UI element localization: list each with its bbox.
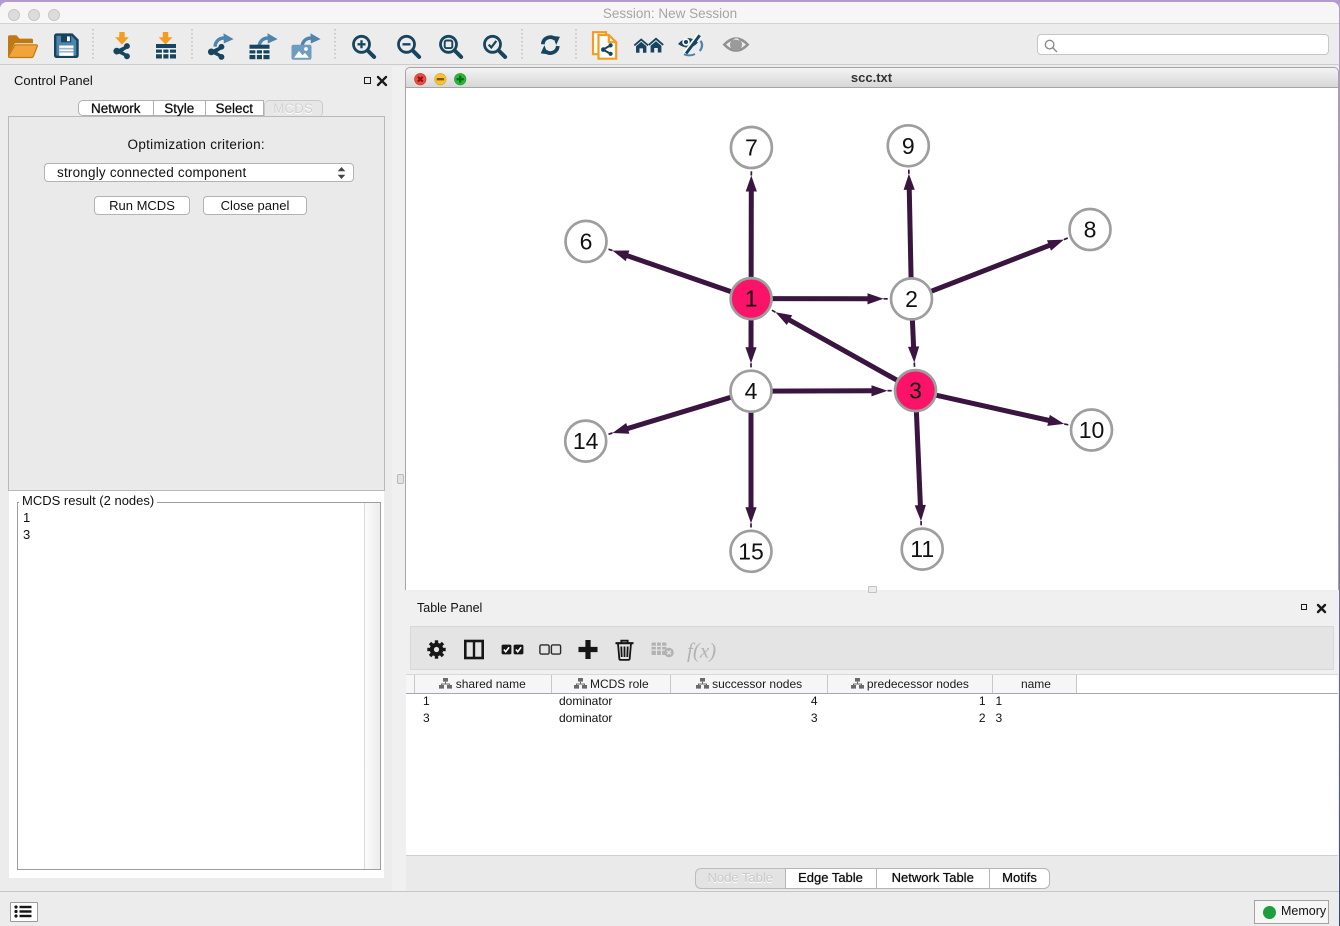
svg-text:6: 6 [579,228,592,254]
svg-text:14: 14 [572,428,598,454]
svg-text:3: 3 [909,378,922,404]
svg-text:15: 15 [738,538,764,564]
svg-text:7: 7 [745,135,758,161]
svg-text:2: 2 [905,286,918,312]
svg-text:f(x): f(x) [687,638,716,662]
svg-text:10: 10 [1078,417,1104,443]
svg-text:4: 4 [744,378,757,404]
svg-text:11: 11 [910,536,934,562]
svg-text:8: 8 [1083,217,1096,243]
svg-text:9: 9 [901,133,914,159]
svg-text:1: 1 [744,286,757,312]
